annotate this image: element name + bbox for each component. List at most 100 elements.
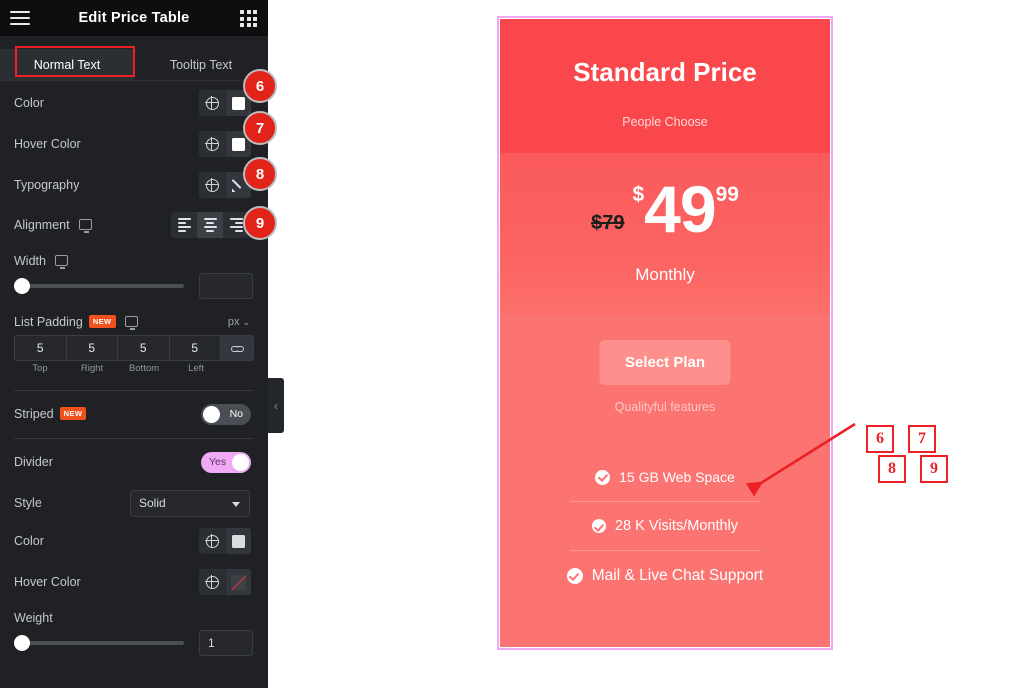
padding-bottom-input[interactable]: 5 bbox=[118, 336, 170, 360]
panel-header: Edit Price Table bbox=[0, 0, 268, 36]
color-control bbox=[199, 90, 251, 116]
monitor-icon[interactable] bbox=[124, 316, 138, 330]
currency-symbol: $ bbox=[632, 183, 645, 206]
callout-circle-9: 9 bbox=[243, 206, 277, 240]
grid-icon[interactable] bbox=[238, 8, 259, 29]
divider-hover-color-control bbox=[199, 569, 251, 595]
row-striped: Striped NEW No bbox=[0, 397, 268, 431]
label-alignment: Alignment bbox=[0, 218, 92, 233]
feature-divider bbox=[570, 550, 760, 551]
panel-collapse-button[interactable]: ‹ bbox=[268, 378, 284, 433]
divider-hover-color-swatch[interactable] bbox=[225, 569, 251, 595]
width-slider-row bbox=[0, 273, 268, 299]
divider-color-control bbox=[199, 528, 251, 554]
divider-toggle[interactable]: Yes bbox=[201, 451, 251, 473]
globe-icon[interactable] bbox=[199, 131, 225, 157]
globe-icon[interactable] bbox=[199, 172, 225, 198]
width-slider[interactable] bbox=[14, 278, 184, 294]
list-padding-label-text: List Padding bbox=[14, 315, 83, 329]
label-weight: Weight bbox=[14, 611, 53, 625]
monitor-icon[interactable] bbox=[54, 255, 68, 269]
row-hover-color: Hover Color bbox=[0, 127, 268, 161]
padding-right-label: Right bbox=[80, 363, 104, 374]
check-circle-icon bbox=[595, 469, 611, 485]
label-divider-hover-color: Hover Color bbox=[14, 575, 81, 589]
align-left-button[interactable] bbox=[171, 212, 197, 238]
row-divider-color: Color bbox=[0, 524, 268, 558]
width-label-text: Width bbox=[14, 254, 46, 268]
label-divider-color: Color bbox=[14, 534, 44, 548]
label-width: Width bbox=[0, 254, 68, 269]
label-striped: Striped NEW bbox=[0, 407, 87, 421]
editor-panel: Edit Price Table Normal Text Tooltip Tex… bbox=[0, 0, 268, 688]
label-hover-color: Hover Color bbox=[14, 137, 81, 151]
annotation-number-9: 9 bbox=[920, 455, 948, 483]
padding-left-input[interactable]: 5 bbox=[170, 336, 221, 360]
label-divider: Divider bbox=[14, 455, 53, 469]
divider-color-swatch[interactable] bbox=[225, 528, 251, 554]
padding-unit-value: px bbox=[227, 316, 240, 328]
annotation-arrow bbox=[745, 422, 856, 497]
weight-slider-handle[interactable] bbox=[14, 635, 30, 651]
monitor-icon[interactable] bbox=[78, 219, 92, 233]
label-style: Style bbox=[14, 496, 42, 510]
label-color: Color bbox=[14, 96, 44, 110]
width-input[interactable] bbox=[199, 273, 253, 299]
padding-fields: 5 5 5 5 bbox=[14, 335, 254, 361]
link-icon[interactable] bbox=[221, 336, 253, 360]
tab-normal-text[interactable]: Normal Text bbox=[0, 49, 134, 80]
tab-bar: Normal Text Tooltip Text bbox=[0, 49, 268, 81]
hamburger-icon[interactable] bbox=[10, 9, 30, 27]
label-list-padding: List Padding NEW bbox=[0, 315, 138, 330]
callout-circle-7: 7 bbox=[243, 111, 277, 145]
align-center-button[interactable] bbox=[197, 212, 223, 238]
padding-top-label: Top bbox=[32, 363, 48, 374]
toggle-knob bbox=[232, 453, 249, 471]
striped-toggle-state: No bbox=[229, 408, 243, 420]
callout-circle-6: 6 bbox=[243, 69, 277, 103]
feature-text: 28 K Visits/Monthly bbox=[614, 518, 739, 534]
check-circle-icon bbox=[591, 519, 606, 533]
feature-text: Mail & Live Chat Support bbox=[591, 567, 764, 584]
new-badge: NEW bbox=[88, 315, 116, 328]
feature-divider bbox=[570, 501, 760, 502]
padding-top-input[interactable]: 5 bbox=[15, 336, 67, 360]
page-title: Edit Price Table bbox=[78, 10, 190, 26]
padding-left-label: Left bbox=[188, 363, 204, 374]
annotation-number-6: 6 bbox=[866, 425, 894, 453]
original-price: $79 bbox=[591, 212, 625, 234]
card-subtitle: People Choose bbox=[622, 115, 708, 129]
row-style: Style Solid bbox=[0, 486, 268, 520]
feature-text: 15 GB Web Space bbox=[619, 469, 735, 485]
globe-icon[interactable] bbox=[199, 528, 225, 554]
alignment-control bbox=[171, 212, 249, 238]
select-plan-button[interactable]: Select Plan bbox=[599, 340, 731, 385]
row-typography: Typography bbox=[0, 168, 268, 202]
section-divider bbox=[14, 438, 254, 439]
hover-color-control bbox=[199, 131, 251, 157]
chevron-left-icon: ‹ bbox=[274, 398, 278, 413]
screenshot-root: Edit Price Table Normal Text Tooltip Tex… bbox=[0, 0, 1024, 688]
new-badge: NEW bbox=[59, 407, 87, 420]
section-divider bbox=[14, 390, 254, 391]
style-select[interactable]: Solid bbox=[130, 489, 250, 517]
price-fraction: 99 bbox=[715, 183, 739, 206]
list-item: Mail & Live Chat Support bbox=[500, 567, 830, 585]
row-divider: Divider Yes bbox=[0, 445, 268, 479]
row-list-padding: List Padding NEW px ⌄ bbox=[0, 305, 268, 339]
globe-icon[interactable] bbox=[199, 90, 225, 116]
globe-icon[interactable] bbox=[199, 569, 225, 595]
striped-toggle[interactable]: No bbox=[201, 403, 251, 425]
divider-toggle-state: Yes bbox=[209, 456, 227, 468]
weight-input[interactable]: 1 bbox=[199, 630, 253, 656]
card-price-section: $79 $ 49 99 Monthly bbox=[500, 153, 830, 315]
padding-bottom-label: Bottom bbox=[128, 363, 160, 374]
row-color: Color bbox=[0, 86, 268, 120]
price-period: Monthly bbox=[635, 265, 695, 284]
card-title: Standard Price bbox=[573, 57, 757, 87]
weight-slider[interactable] bbox=[14, 635, 184, 651]
width-slider-handle[interactable] bbox=[14, 278, 30, 294]
padding-unit-selector[interactable]: px ⌄ bbox=[228, 316, 250, 328]
padding-right-input[interactable]: 5 bbox=[67, 336, 118, 360]
label-typography: Typography bbox=[14, 178, 80, 192]
